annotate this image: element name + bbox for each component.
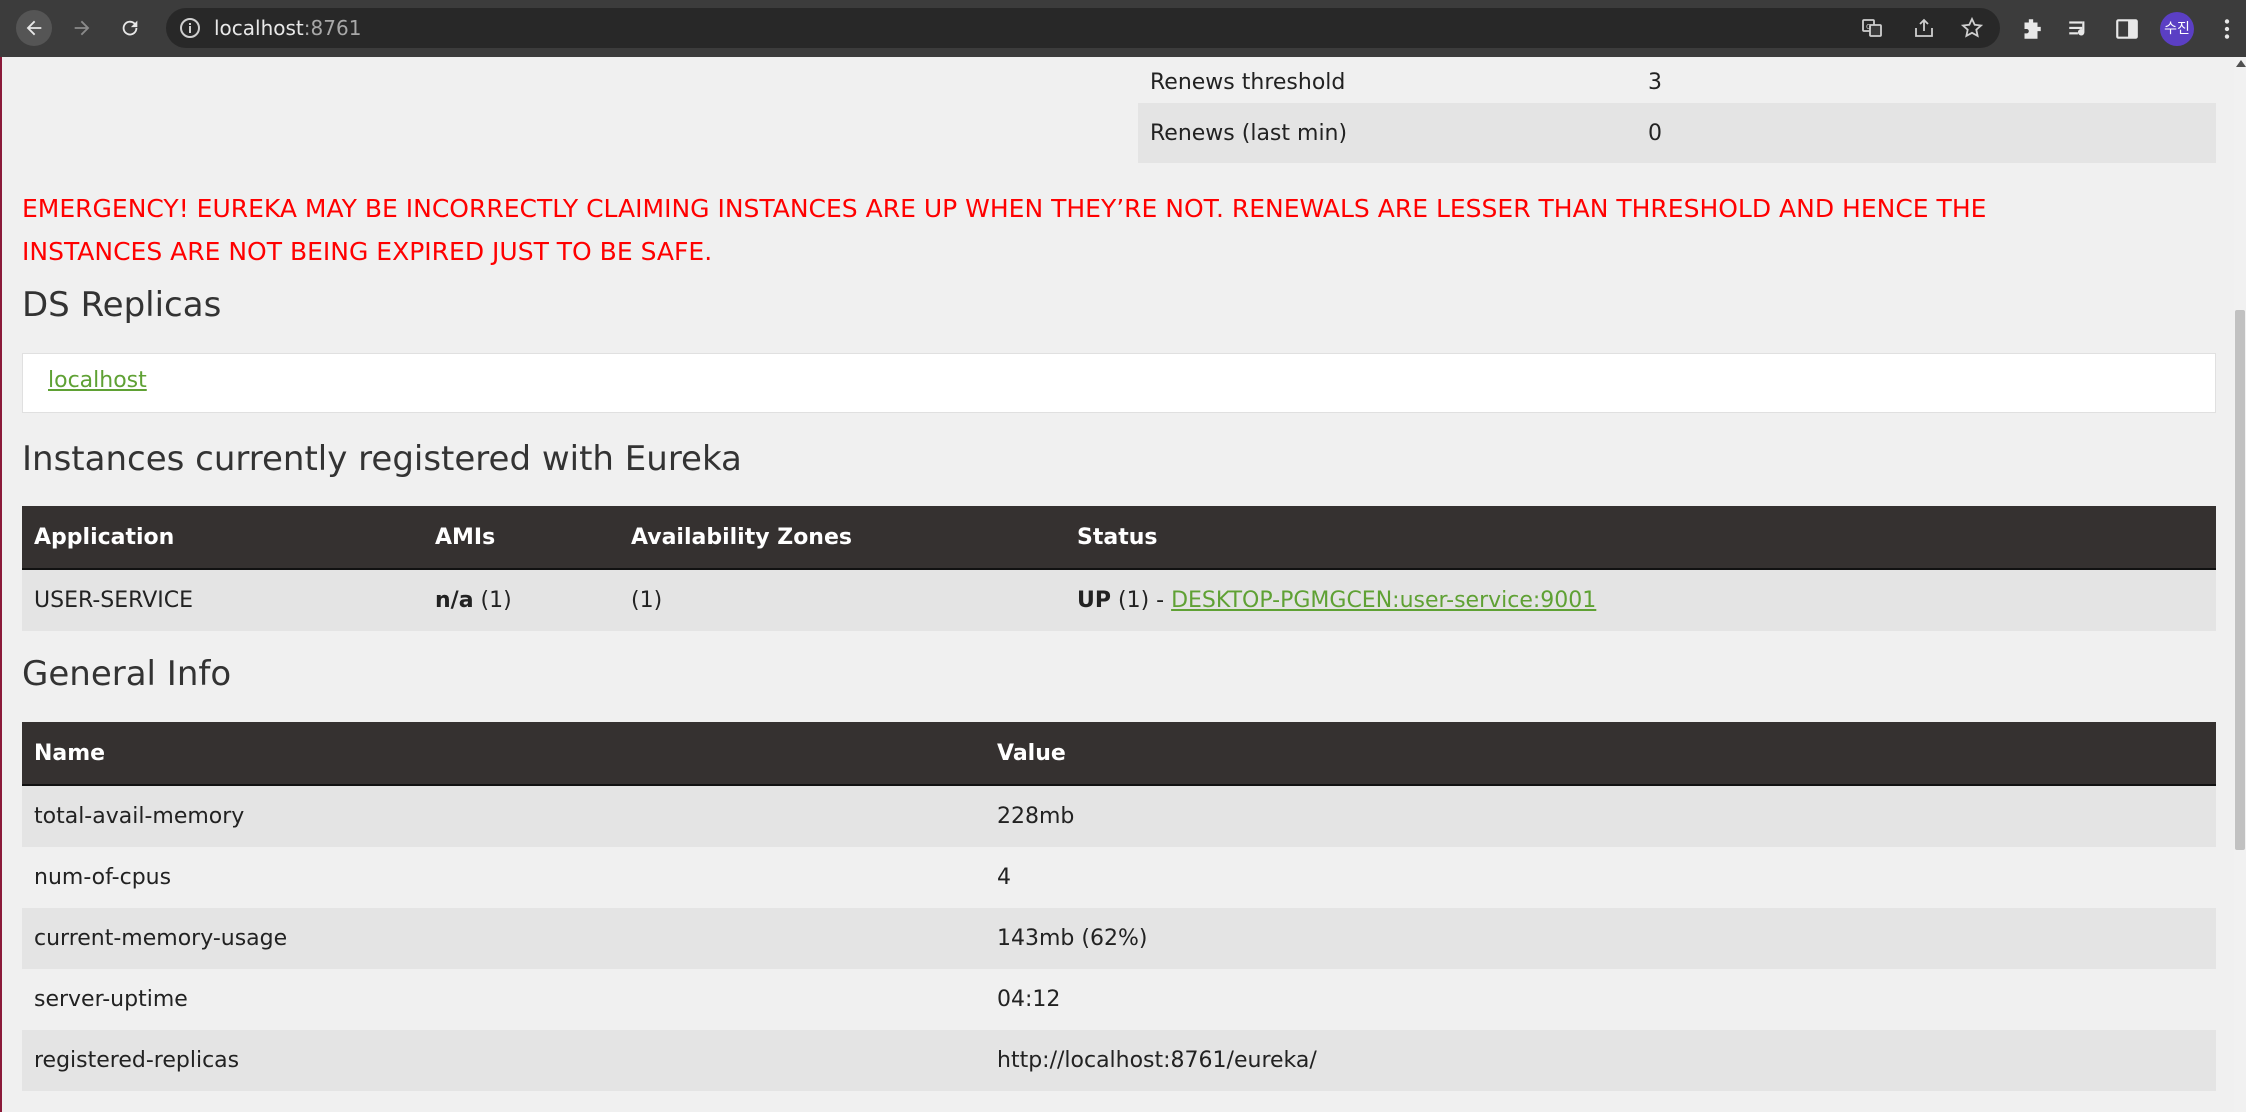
- url-host: localhost: [214, 16, 304, 40]
- side-panel-icon[interactable]: [2114, 16, 2140, 42]
- info-value: http://localhost:8761/eureka/: [985, 1030, 2216, 1091]
- general-info-title: General Info: [22, 654, 232, 694]
- table-header-row: Application AMIs Availability Zones Stat…: [22, 506, 2216, 570]
- amis-count: (1): [473, 588, 512, 613]
- eureka-dashboard: Renews threshold 3 Renews (last min) 0 E…: [0, 57, 2236, 1112]
- table-row: Renews threshold 3: [1138, 61, 2216, 103]
- info-name: registered-replicas: [22, 1030, 985, 1091]
- ds-replicas-list: localhost: [22, 353, 2216, 413]
- emergency-line-2: INSTANCES ARE NOT BEING EXPIRED JUST TO …: [22, 237, 713, 266]
- scroll-up-arrow-icon[interactable]: [2236, 60, 2246, 67]
- table-row: Renews (last min) 0: [1138, 103, 2216, 163]
- scrollbar-thumb[interactable]: [2235, 310, 2245, 850]
- instances-title: Instances currently registered with Eure…: [22, 439, 742, 479]
- table-row: server-uptime 04:12: [22, 969, 2216, 1030]
- column-header-name: Name: [22, 722, 985, 786]
- table-row: USER-SERVICE n/a (1) (1) UP (1) - DESKTO…: [22, 569, 2216, 631]
- instance-link[interactable]: DESKTOP-PGMGCEN:user-service:9001: [1171, 588, 1596, 613]
- forward-button[interactable]: [64, 10, 100, 46]
- bookmark-star-icon[interactable]: [1960, 16, 1984, 40]
- info-name: total-avail-memory: [22, 785, 985, 847]
- table-row: total-avail-memory 228mb: [22, 785, 2216, 847]
- site-info-icon[interactable]: [178, 16, 202, 40]
- menu-icon[interactable]: [2214, 16, 2240, 42]
- column-header-status: Status: [1065, 506, 2216, 570]
- translate-icon[interactable]: G: [1860, 16, 1884, 40]
- table-row: current-memory-usage 143mb (62%): [22, 908, 2216, 969]
- application-name: USER-SERVICE: [22, 569, 423, 631]
- renews-last-min-value: 0: [1636, 103, 2216, 163]
- address-bar[interactable]: localhost:8761 G: [166, 8, 2000, 48]
- status-cell: UP (1) - DESKTOP-PGMGCEN:user-service:90…: [1065, 569, 2216, 631]
- table-header-row: Name Value: [22, 722, 2216, 786]
- reload-icon: [122, 20, 138, 36]
- general-info-table: Name Value total-avail-memory 228mb num-…: [22, 722, 2216, 1091]
- svg-text:G: G: [1866, 23, 1871, 31]
- info-name: server-uptime: [22, 969, 985, 1030]
- browser-toolbar: localhost:8761 G 수진: [0, 0, 2246, 57]
- ds-replicas-title: DS Replicas: [22, 285, 222, 325]
- url-port: :8761: [303, 16, 362, 40]
- forward-icon: [74, 20, 90, 36]
- renews-last-min-label: Renews (last min): [1138, 103, 1636, 163]
- info-name: num-of-cpus: [22, 847, 985, 908]
- profile-avatar[interactable]: 수진: [2160, 12, 2194, 46]
- emergency-warning: EMERGENCY! EUREKA MAY BE INCORRECTLY CLA…: [22, 187, 2212, 273]
- amis-cell: n/a (1): [423, 569, 619, 631]
- reading-list-icon[interactable]: [2066, 16, 2092, 42]
- emergency-line-1: EMERGENCY! EUREKA MAY BE INCORRECTLY CLA…: [22, 194, 1987, 223]
- amis-value: n/a: [435, 588, 474, 613]
- column-header-value: Value: [985, 722, 2216, 786]
- instances-table: Application AMIs Availability Zones Stat…: [22, 506, 2216, 631]
- column-header-amis: AMIs: [423, 506, 619, 570]
- column-header-application: Application: [22, 506, 423, 570]
- replica-link-localhost[interactable]: localhost: [48, 368, 147, 393]
- table-row: num-of-cpus 4: [22, 847, 2216, 908]
- back-icon: [26, 20, 42, 36]
- info-value: 143mb (62%): [985, 908, 2216, 969]
- info-value: 04:12: [985, 969, 2216, 1030]
- url-text: localhost:8761: [214, 8, 361, 48]
- status-count: (1) -: [1111, 588, 1172, 613]
- zones-cell: (1): [619, 569, 1065, 631]
- table-row: registered-replicas http://localhost:876…: [22, 1030, 2216, 1091]
- info-value: 228mb: [985, 785, 2216, 847]
- status-value: UP: [1077, 588, 1111, 613]
- reload-button[interactable]: [112, 10, 148, 46]
- extensions-icon[interactable]: [2018, 16, 2044, 42]
- renews-threshold-label: Renews threshold: [1150, 70, 1346, 95]
- renews-threshold-value: 3: [1648, 70, 1662, 95]
- info-name: current-memory-usage: [22, 908, 985, 969]
- renews-table: Renews threshold 3 Renews (last min) 0: [1138, 61, 2216, 163]
- column-header-zones: Availability Zones: [619, 506, 1065, 570]
- share-icon[interactable]: [1912, 16, 1936, 40]
- info-value: 4: [985, 847, 2216, 908]
- back-button[interactable]: [16, 10, 52, 46]
